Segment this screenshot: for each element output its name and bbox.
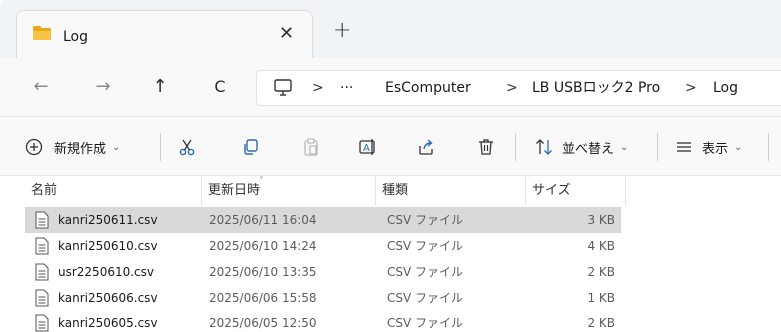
chevron-down-icon: ⌄: [620, 141, 629, 153]
file-date: 2025/06/11 16:04: [209, 213, 317, 227]
sort-button-label: 並べ替え: [562, 141, 615, 157]
file-row[interactable]: kanri250611.csv 2025/06/11 16:04 CSV ファイ…: [25, 207, 621, 233]
view-button-label: 表示: [702, 141, 729, 157]
list-view-icon: [677, 142, 691, 152]
computer-icon: [274, 79, 292, 96]
sort-icon: [536, 139, 552, 155]
divider: [160, 133, 161, 161]
file-name: usr2250610.csv: [58, 265, 154, 279]
chevron-down-icon: ⌄: [734, 141, 743, 153]
breadcrumb-log[interactable]: Log: [713, 71, 738, 105]
command-bar: 新規作成 ⌄ A 並べ替え ⌄ 表示 ⌄: [0, 116, 781, 176]
divider: [657, 133, 658, 161]
tab-title: Log: [63, 29, 89, 45]
file-icon: [35, 211, 49, 229]
file-icon: [35, 314, 49, 332]
breadcrumb-separator: >: [685, 80, 697, 96]
sort-button[interactable]: 並べ替え ⌄: [534, 117, 628, 177]
file-name: kanri250610.csv: [58, 239, 158, 253]
column-header-row: 名前 ˅ 更新日時 種類 サイズ: [0, 176, 781, 206]
file-type: CSV ファイル: [387, 316, 464, 330]
file-type: CSV ファイル: [387, 291, 464, 305]
file-type: CSV ファイル: [387, 265, 464, 279]
breadcrumb-separator: >: [312, 80, 324, 96]
breadcrumb-lb-usb[interactable]: LB USBロック2 Pro: [532, 71, 660, 105]
file-name: kanri250611.csv: [58, 213, 158, 227]
copy-button[interactable]: [241, 117, 261, 177]
forward-button[interactable]: →: [88, 58, 118, 116]
file-size: 1 KB: [587, 291, 615, 305]
breadcrumb-separator: >: [506, 80, 518, 96]
paste-icon: [304, 138, 318, 156]
cut-button[interactable]: [177, 117, 197, 177]
file-row[interactable]: usr2250610.csv 2025/06/10 13:35 CSV ファイル…: [25, 259, 621, 285]
file-type: CSV ファイル: [387, 239, 464, 253]
trash-icon: [479, 139, 493, 155]
file-name: kanri250605.csv: [58, 316, 158, 330]
rename-icon: A: [359, 139, 375, 155]
svg-text:A: A: [363, 143, 370, 154]
file-name: kanri250606.csv: [58, 291, 158, 305]
file-date: 2025/06/10 13:35: [209, 265, 317, 279]
back-button[interactable]: ←: [26, 58, 56, 116]
up-button[interactable]: ↑: [145, 58, 175, 116]
file-row[interactable]: kanri250606.csv 2025/06/06 15:58 CSV ファイ…: [25, 285, 621, 311]
file-size: 2 KB: [587, 265, 615, 279]
breadcrumb-escomputer[interactable]: EsComputer: [385, 71, 471, 105]
file-size: 4 KB: [587, 239, 615, 253]
column-header-size[interactable]: サイズ: [526, 176, 626, 206]
paste-button[interactable]: [301, 117, 321, 177]
file-row[interactable]: kanri250605.csv 2025/06/05 12:50 CSV ファイ…: [25, 310, 621, 332]
breadcrumb-more-button[interactable]: ···: [340, 71, 353, 105]
rename-button[interactable]: A: [358, 117, 378, 177]
divider: [515, 133, 516, 161]
file-size: 2 KB: [587, 316, 615, 330]
navigation-bar: ← → ↑ C > ··· EsComputer > LB USBロック2 Pr…: [0, 58, 781, 116]
file-date: 2025/06/10 14:24: [209, 239, 317, 253]
share-icon: [419, 139, 433, 155]
file-date: 2025/06/06 15:58: [209, 291, 317, 305]
new-tab-button[interactable]: +: [333, 20, 351, 42]
scissors-icon: [179, 139, 195, 156]
divider: [768, 133, 769, 161]
new-button-label: 新規作成: [54, 141, 107, 157]
title-bar: Log ✕ +: [0, 0, 781, 60]
file-row[interactable]: kanri250610.csv 2025/06/10 14:24 CSV ファイ…: [25, 233, 621, 259]
refresh-button[interactable]: C: [205, 58, 235, 116]
file-type: CSV ファイル: [387, 213, 464, 227]
address-bar[interactable]: > ··· EsComputer > LB USBロック2 Pro > Log: [256, 70, 781, 106]
file-icon: [35, 289, 49, 307]
tab-log[interactable]: Log ✕: [16, 10, 313, 60]
file-date: 2025/06/05 12:50: [209, 316, 317, 330]
folder-icon: [33, 26, 51, 40]
column-header-name[interactable]: 名前: [25, 176, 202, 206]
chevron-down-icon: ⌄: [112, 141, 121, 153]
copy-icon: [244, 139, 258, 155]
share-button[interactable]: [416, 117, 436, 177]
file-icon: [35, 237, 49, 255]
view-button[interactable]: 表示 ⌄: [674, 117, 742, 177]
file-size: 3 KB: [587, 213, 615, 227]
plus-circle-icon: [25, 138, 43, 156]
new-button[interactable]: 新規作成 ⌄: [24, 117, 120, 177]
column-header-type[interactable]: 種類: [376, 176, 526, 206]
file-icon: [35, 263, 49, 281]
column-header-date[interactable]: 更新日時: [202, 176, 376, 206]
close-tab-button[interactable]: ✕: [279, 25, 294, 43]
delete-button[interactable]: [476, 117, 496, 177]
